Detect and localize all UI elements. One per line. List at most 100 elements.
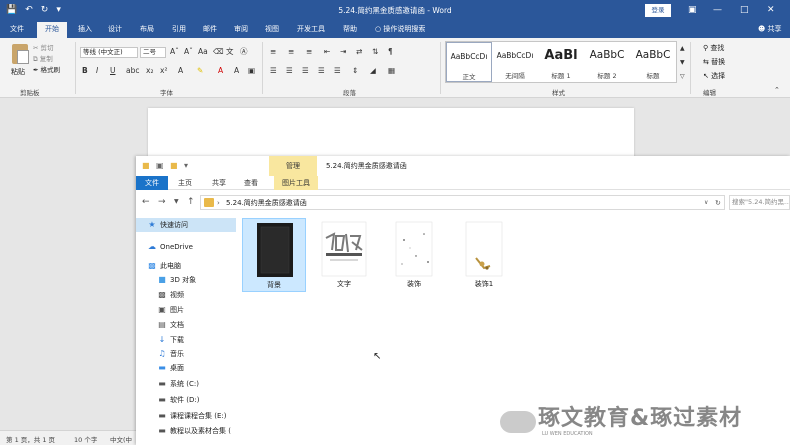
- tab-view[interactable]: 视图: [265, 24, 279, 35]
- chinese-layout-icon[interactable]: ⇄: [356, 47, 362, 57]
- multilevel-list-icon[interactable]: ≡: [306, 47, 312, 57]
- nav-item[interactable]: ▬ 桌面: [136, 361, 236, 375]
- font-color-icon[interactable]: A: [218, 66, 223, 76]
- nav-item[interactable]: ▬ 软件 (D:): [136, 393, 236, 407]
- close-icon[interactable]: ✕: [767, 3, 775, 17]
- superscript-icon[interactable]: x²: [160, 66, 167, 76]
- phonetic-guide-icon[interactable]: 文: [226, 47, 234, 57]
- align-right-icon[interactable]: ☰: [302, 66, 309, 76]
- tab-picture-tools[interactable]: 图片工具: [274, 176, 318, 190]
- format-painter-button[interactable]: ✒ 格式刷: [33, 64, 60, 74]
- tab-insert[interactable]: 插入: [78, 24, 92, 35]
- file-item-background[interactable]: 背景: [242, 218, 306, 292]
- copy-button[interactable]: ⧉ 复制: [33, 53, 53, 64]
- collapse-ribbon-icon[interactable]: ⌃: [774, 85, 780, 95]
- show-marks-icon[interactable]: ¶: [388, 47, 393, 57]
- tab-layout[interactable]: 布局: [140, 24, 154, 35]
- bullets-icon[interactable]: ≡: [270, 47, 276, 57]
- tab-explorer-file[interactable]: 文件: [136, 176, 168, 190]
- align-left-icon[interactable]: ☰: [270, 66, 277, 76]
- file-item-decoration[interactable]: 装饰: [382, 218, 446, 292]
- select-button[interactable]: ↖ 选择: [703, 71, 725, 81]
- address-bar[interactable]: › 5.24.简约黑金质感邀请函 ∨ ↻: [200, 195, 725, 210]
- tab-explorer-home[interactable]: 主页: [178, 178, 192, 188]
- file-item-decoration-1[interactable]: 装饰1: [452, 218, 516, 292]
- nav-item[interactable]: ♫ 音乐: [136, 347, 236, 361]
- style-title[interactable]: AaBbC 标题: [630, 42, 676, 82]
- nav-item[interactable]: ☁ OneDrive: [136, 240, 236, 254]
- paste-icon[interactable]: [9, 44, 31, 68]
- recent-locations-icon[interactable]: ▼: [174, 196, 179, 208]
- gallery-down-icon[interactable]: ▼: [680, 58, 685, 68]
- tab-design[interactable]: 设计: [108, 24, 122, 35]
- back-icon[interactable]: ←: [142, 196, 150, 208]
- clear-format-icon[interactable]: ⌫: [213, 47, 224, 57]
- nav-item[interactable]: ▬ 教程以及素材合集 (: [136, 424, 236, 438]
- search-input[interactable]: 搜索"5.24.简约黑...: [729, 195, 790, 210]
- tab-home[interactable]: 开始: [37, 22, 67, 38]
- new-folder-icon[interactable]: ■: [170, 161, 178, 171]
- tab-mailings[interactable]: 邮件: [203, 24, 217, 35]
- tab-help[interactable]: 帮助: [343, 24, 357, 35]
- char-shading-icon[interactable]: A: [234, 66, 239, 76]
- gallery-more-icon[interactable]: ▽: [680, 72, 685, 82]
- numbering-icon[interactable]: ≡: [288, 47, 294, 57]
- ribbon-display-icon[interactable]: ▣: [688, 3, 697, 17]
- nav-item[interactable]: ▩ 视频: [136, 288, 236, 302]
- text-effects-icon[interactable]: A: [178, 66, 183, 76]
- decrease-indent-icon[interactable]: ⇤: [324, 47, 330, 57]
- increase-indent-icon[interactable]: ⇥: [340, 47, 346, 57]
- login-button[interactable]: 登录: [645, 4, 671, 17]
- italic-icon[interactable]: I: [96, 66, 98, 76]
- customize-qat-icon[interactable]: ▾: [184, 161, 188, 171]
- tab-explorer-share[interactable]: 共享: [212, 178, 226, 188]
- replace-button[interactable]: ⇆ 替换: [703, 57, 725, 67]
- file-item-text[interactable]: 文字: [312, 218, 376, 292]
- strikethrough-icon[interactable]: abc: [126, 66, 139, 76]
- minimize-icon[interactable]: —: [713, 3, 722, 17]
- change-case-icon[interactable]: Aa: [198, 47, 208, 57]
- nav-item[interactable]: ■ 3D 对象: [136, 273, 236, 287]
- style-no-spacing[interactable]: AaBbCcDı 无间隔: [492, 42, 538, 82]
- style-heading-1[interactable]: AaBl 标题 1: [538, 42, 584, 82]
- subscript-icon[interactable]: x₂: [146, 66, 153, 76]
- enclose-char-icon[interactable]: Ⓐ: [240, 47, 248, 57]
- word-count[interactable]: 10 个字: [74, 434, 97, 444]
- find-button[interactable]: ⚲ 查找: [703, 43, 724, 53]
- refresh-icon[interactable]: ↻: [715, 198, 721, 208]
- language-indicator[interactable]: 中文(中: [110, 434, 132, 444]
- properties-icon[interactable]: ▣: [156, 161, 164, 171]
- tab-developer[interactable]: 开发工具: [297, 24, 325, 35]
- borders-icon[interactable]: ▦: [388, 66, 395, 76]
- up-icon[interactable]: ↑: [187, 196, 195, 208]
- style-heading-2[interactable]: AaBbC 标题 2: [584, 42, 630, 82]
- manage-tab[interactable]: 管理: [269, 156, 317, 176]
- nav-item[interactable]: ▬ 课程课程合集 (E:): [136, 409, 236, 423]
- cut-button[interactable]: ✂ 剪切: [33, 42, 54, 52]
- nav-item[interactable]: ★ 快速访问: [136, 218, 236, 232]
- grow-font-icon[interactable]: Aˆ: [170, 47, 179, 57]
- share-button[interactable]: ☻ 共享: [758, 24, 782, 35]
- char-border-icon[interactable]: ▣: [248, 66, 255, 76]
- maximize-icon[interactable]: □: [740, 3, 749, 17]
- tab-explorer-view[interactable]: 查看: [244, 178, 258, 188]
- page-count[interactable]: 第 1 页，共 1 页: [6, 434, 55, 444]
- font-size-select[interactable]: 二号: [140, 47, 166, 58]
- nav-item[interactable]: ▤ 文档: [136, 318, 236, 332]
- style-normal[interactable]: AaBbCcDı 正文: [446, 42, 492, 82]
- font-name-select[interactable]: 等线 (中文正): [80, 47, 138, 58]
- address-dropdown-icon[interactable]: ∨: [704, 198, 708, 208]
- underline-icon[interactable]: U: [110, 66, 116, 76]
- tell-me-search[interactable]: ○ 操作说明搜索: [375, 24, 425, 35]
- nav-item[interactable]: ▬ 系统 (C:): [136, 377, 236, 391]
- nav-item[interactable]: ▣ 图片: [136, 303, 236, 317]
- tab-references[interactable]: 引用: [172, 24, 186, 35]
- align-center-icon[interactable]: ☰: [286, 66, 293, 76]
- sort-icon[interactable]: ⇅: [372, 47, 378, 57]
- bold-icon[interactable]: B: [82, 66, 88, 76]
- justify-icon[interactable]: ☰: [318, 66, 325, 76]
- shading-icon[interactable]: ◢: [370, 66, 376, 76]
- tab-review[interactable]: 审阅: [234, 24, 248, 35]
- gallery-up-icon[interactable]: ▲: [680, 44, 685, 54]
- paste-button[interactable]: 粘贴: [11, 67, 25, 77]
